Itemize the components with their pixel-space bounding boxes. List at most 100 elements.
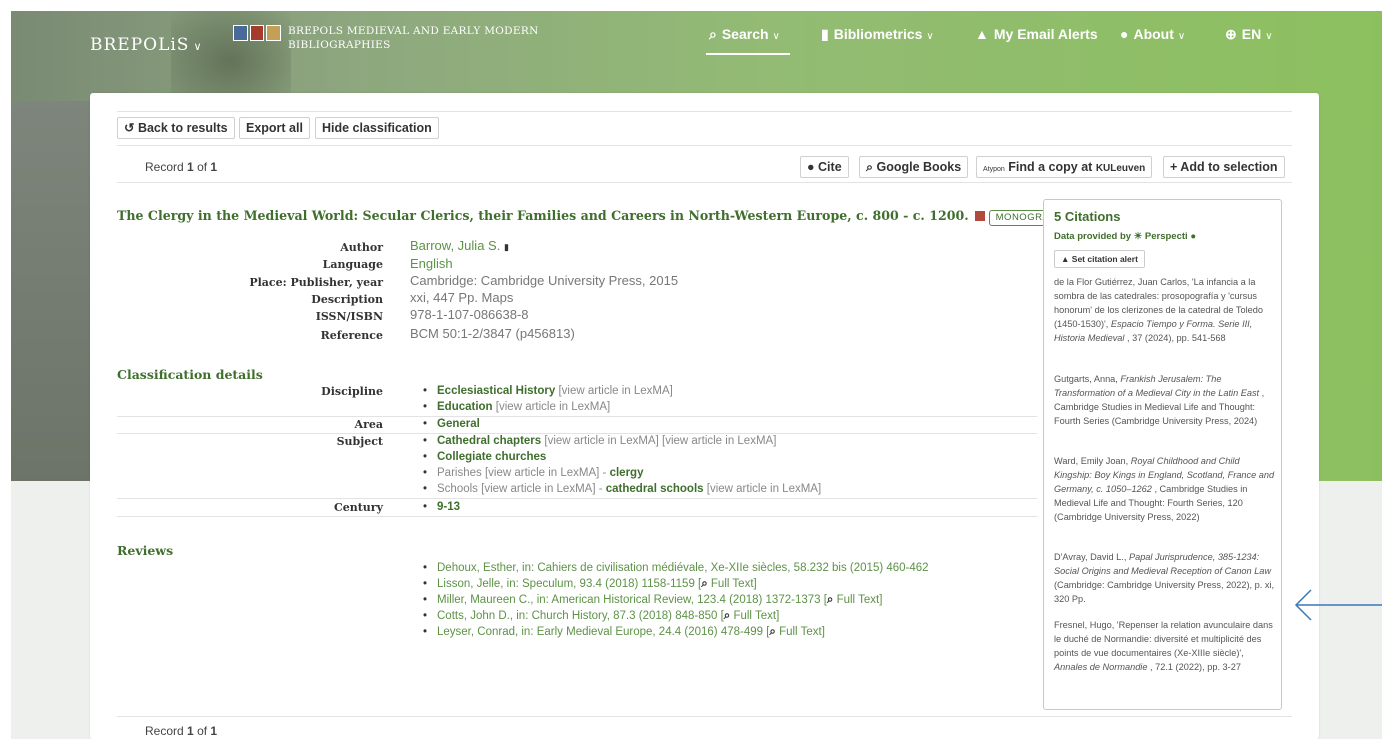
search-icon: ⌕ (866, 160, 877, 174)
subject-label: Subject (336, 435, 383, 448)
city-towers-image (11, 101, 99, 491)
nav-bibliometrics-label: Bibliometrics (833, 26, 923, 42)
set-citation-alert-button[interactable]: ▲ Set citation alert (1054, 250, 1145, 268)
list-item[interactable]: Ecclesiastical History [view article in … (423, 385, 673, 397)
area-label: Area (354, 418, 383, 431)
century-label: Century (333, 501, 383, 514)
divider (117, 516, 1037, 517)
nav-email-alerts-label: My Email Alerts (993, 26, 1098, 42)
divider (117, 498, 1037, 499)
citations-panel: 5 Citations Data provided by ☀ Perspecti… (1043, 199, 1282, 710)
info-icon: ● (1120, 26, 1129, 42)
search-icon: ⌕ (826, 594, 834, 606)
author-label: Author (340, 241, 383, 254)
description-value: xxi, 447 Pp. Maps (410, 290, 514, 305)
data-provider: Data provided by ☀ Perspecti ● (1054, 231, 1197, 242)
bibliography-title[interactable]: BREPOLS MEDIEVAL AND EARLY MODERN BIBLIO… (288, 24, 539, 52)
reference-value: BCM 50:1-2/3847 (p456813) (410, 326, 575, 341)
add-to-selection-button[interactable]: + Add to selection (1163, 156, 1285, 178)
google-books-label: Google Books (876, 160, 962, 174)
atypon-logo: Atypon (983, 166, 1005, 173)
reviews-heading: Reviews (117, 543, 174, 558)
list-item[interactable]: General (423, 418, 480, 430)
search-icon: ⌕ (701, 578, 708, 590)
publisher-value: Cambridge: Cambridge University Press, 2… (410, 273, 679, 288)
search-icon: ⌕ (709, 26, 717, 42)
review-item[interactable]: Lisson, Jelle, in: Speculum, 93.4 (2018)… (423, 578, 757, 591)
search-icon: ⌕ (769, 626, 776, 638)
page: BREPOLiS ∨ BREPOLS MEDIEVAL AND EARLY MOD… (0, 0, 1382, 739)
find-copy-label: Find a copy at (1008, 160, 1093, 174)
cite-label: Cite (818, 160, 842, 174)
record-title: The Clergy in the Medieval World: Secula… (117, 208, 1071, 226)
divider (117, 145, 1292, 146)
list-item[interactable]: Education [view article in LexMA] (423, 401, 610, 413)
brepolis-logo[interactable]: BREPOLiS ∨ (90, 35, 203, 55)
nav-language-label: EN (1241, 26, 1262, 42)
list-item[interactable]: Schools [view article in LexMA] - cathed… (423, 483, 821, 495)
review-item[interactable]: Dehoux, Esther, in: Cahiers de civilisat… (423, 562, 929, 574)
divider (117, 182, 1292, 183)
classification-heading: Classification details (117, 367, 263, 382)
citation-entry: de la Flor Gutiérrez, Juan Carlos, 'La i… (1054, 277, 1263, 343)
perspecti-logo-icon: ☀ (1133, 231, 1143, 242)
record-counter-bottom: Record 1 of 1 (145, 724, 218, 738)
chevron-down-icon: ∨ (772, 31, 780, 42)
back-to-results-button[interactable]: ↺ Back to results (117, 117, 235, 139)
find-copy-button[interactable]: Atypon Find a copy at KULeuven (976, 156, 1153, 178)
active-tab-underline (706, 53, 790, 55)
bar-chart-icon: ▮ (503, 242, 509, 252)
bib-title-line2: BIBLIOGRAPHIES (288, 39, 391, 51)
nav-bibliometrics[interactable]: ▮ Bibliometrics ∨ (821, 26, 934, 43)
list-item[interactable]: Cathedral chapters [view article in LexM… (423, 435, 776, 447)
language-value[interactable]: English (410, 256, 453, 271)
list-item[interactable]: Collegiate churches (423, 451, 546, 463)
cite-button[interactable]: ● Cite (800, 156, 849, 178)
back-label: Back to results (137, 121, 228, 135)
review-item[interactable]: Leyser, Conrad, in: Early Medieval Europ… (423, 626, 825, 639)
export-label: Export all (246, 121, 303, 135)
google-books-button[interactable]: ⌕ Google Books (859, 156, 969, 178)
info-icon[interactable]: ● (1190, 231, 1196, 242)
bib-title-line1: BREPOLS MEDIEVAL AND EARLY MODERN (288, 25, 539, 37)
citations-heading: 5 Citations (1054, 209, 1121, 224)
nav-language[interactable]: ⊕ EN ∨ (1225, 26, 1273, 43)
discipline-label: Discipline (321, 385, 383, 398)
search-icon: ⌕ (723, 610, 731, 622)
globe-icon: ⊕ (1225, 26, 1237, 42)
list-item[interactable]: Parishes [view article in LexMA] - clerg… (423, 467, 644, 479)
export-all-button[interactable]: Export all (239, 117, 310, 139)
bar-chart-icon: ▮ (821, 26, 829, 42)
bell-icon: ▲ (1061, 254, 1072, 264)
bell-icon: ▲ (975, 26, 989, 42)
chevron-down-icon: ∨ (1177, 31, 1186, 42)
nav-search-label: Search (721, 26, 769, 42)
nav-email-alerts[interactable]: ▲ My Email Alerts (975, 26, 1098, 42)
isbn-label: ISSN/ISBN (315, 310, 383, 323)
nav-about-label: About (1133, 26, 1174, 42)
hide-classification-button[interactable]: Hide classification (315, 117, 439, 139)
book-cover-icon (974, 211, 985, 221)
author-value[interactable]: Barrow, Julia S. ▮ (410, 238, 509, 253)
chevron-down-icon: ∨ (1265, 31, 1273, 42)
review-item[interactable]: Miller, Maureen C., in: American Histori… (423, 594, 882, 607)
reference-label: Reference (320, 329, 383, 342)
library-label: KULeuven (1095, 163, 1146, 174)
divider (117, 416, 1037, 417)
language-label: Language (322, 258, 383, 271)
brepols-logo-icon (233, 25, 282, 41)
nav-search[interactable]: ⌕ Search ∨ (709, 26, 780, 43)
isbn-value: 978-1-107-086638-8 (410, 307, 529, 322)
citation-entry: Gutgarts, Anna, Frankish Jerusalem: The … (1054, 374, 1265, 426)
description-label: Description (311, 293, 383, 306)
review-item[interactable]: Cotts, John D., in: Church History, 87.3… (423, 610, 779, 623)
hide-label: Hide classification (322, 121, 432, 135)
back-arrow-icon: ↺ (124, 121, 138, 135)
citation-entry: Ward, Emily Joan, Royal Childhood and Ch… (1054, 456, 1275, 522)
divider (117, 433, 1037, 434)
publisher-label: Place: Publisher, year (249, 276, 383, 289)
list-item[interactable]: 9-13 (423, 501, 460, 513)
divider (117, 716, 1292, 717)
nav-about[interactable]: ● About ∨ (1120, 26, 1185, 42)
speech-bubble-icon: ● (807, 160, 819, 174)
